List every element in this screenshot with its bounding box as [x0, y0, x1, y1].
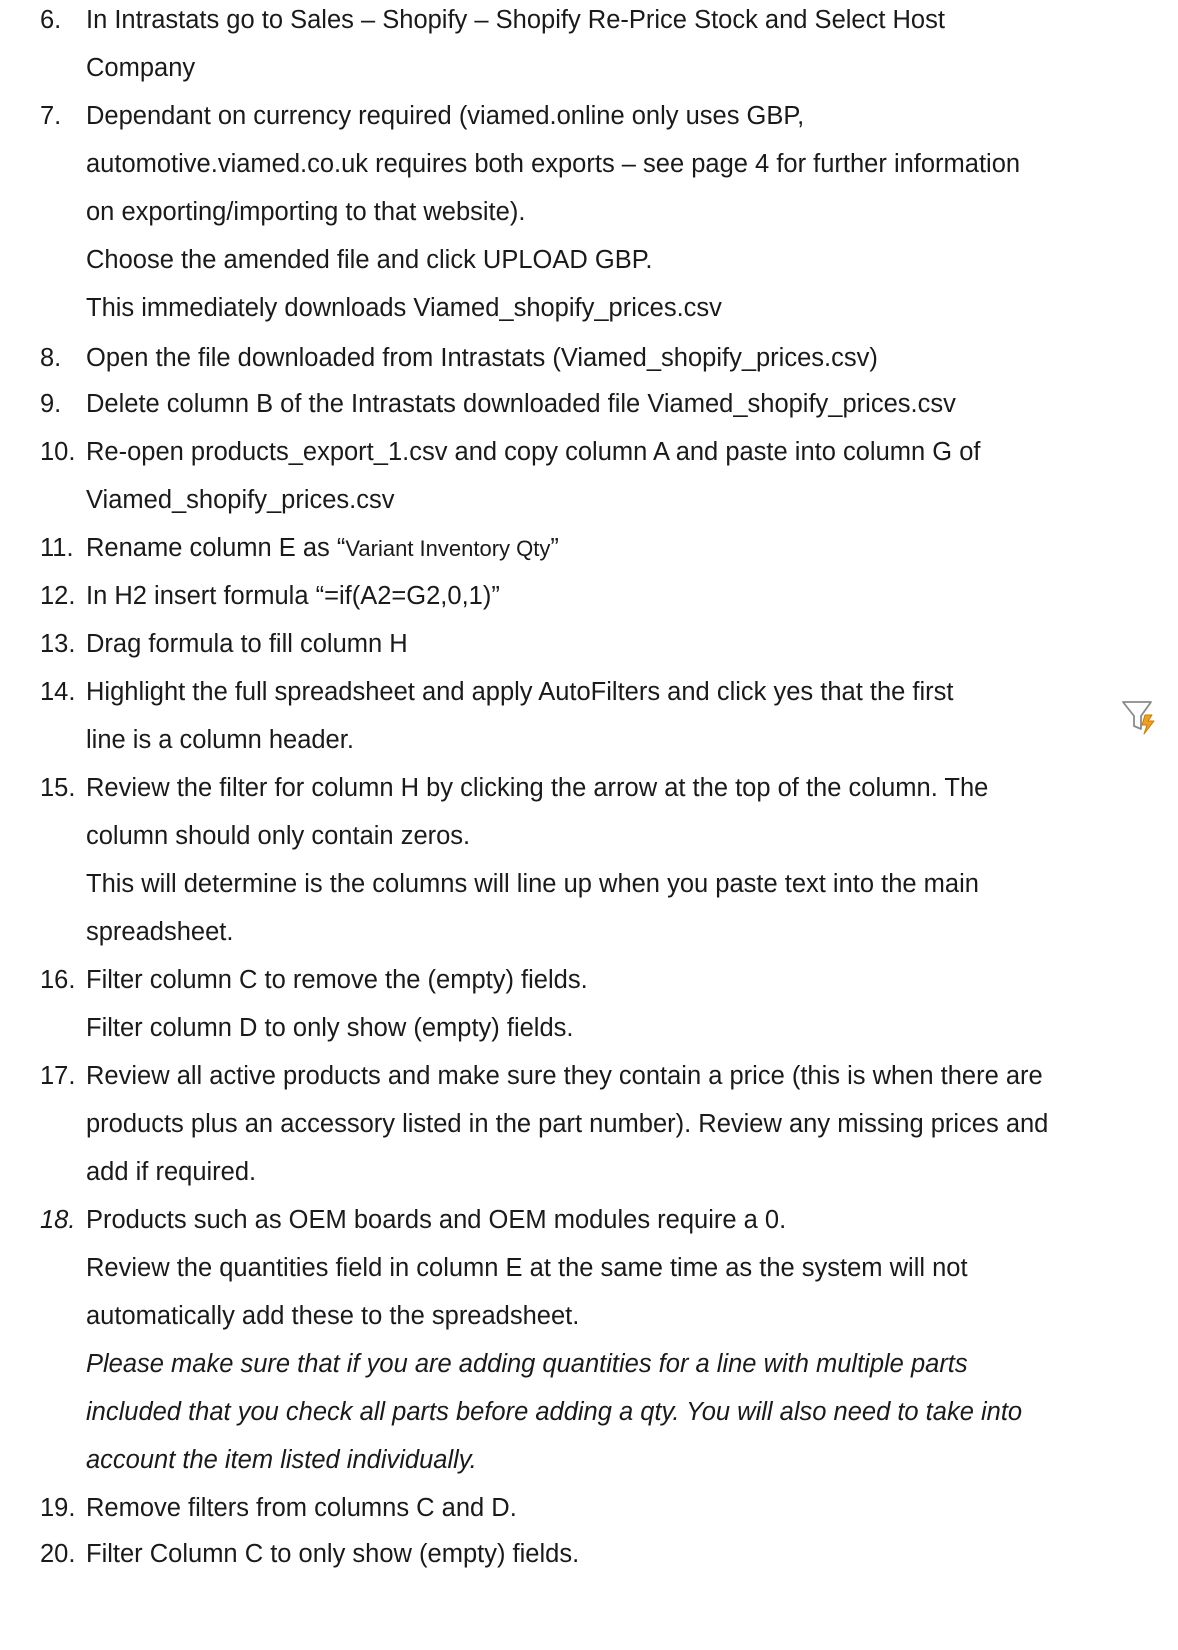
step-text: Choose the amended file and click UPLOAD… — [86, 246, 653, 274]
step-text: Delete column B of the Intrastats downlo… — [86, 390, 956, 418]
step-text: In Intrastats go to Sales – Shopify – Sh… — [86, 6, 945, 34]
step-note-text: account the item listed individually. — [86, 1446, 477, 1474]
step-text: Open the file downloaded from Intrastats… — [86, 344, 878, 372]
step-text: This immediately downloads Viamed_shopif… — [86, 294, 722, 322]
step-text: Dependant on currency required (viamed.o… — [86, 102, 805, 130]
step-note-text: included that you check all parts before… — [86, 1398, 1023, 1426]
step-text: Re-open products_export_1.csv and copy c… — [86, 438, 981, 466]
step-text: Products such as OEM boards and OEM modu… — [86, 1206, 787, 1234]
step-text: Filter column C to remove the (empty) fi… — [86, 966, 588, 994]
step-text: Remove filters from columns C and D. — [86, 1494, 517, 1522]
step-text: This will determine is the columns will … — [86, 870, 979, 898]
step-text: automotive.viamed.co.uk requires both ex… — [86, 150, 1021, 178]
autofilter-icon — [1120, 697, 1164, 737]
step-text: Highlight the full spreadsheet and apply… — [86, 678, 954, 706]
step-text: Review the quantities field in column E … — [86, 1254, 968, 1282]
step-text: Review the filter for column H by clicki… — [86, 774, 989, 802]
step-text: Review all active products and make sure… — [86, 1062, 1043, 1090]
step-text: Filter column D to only show (empty) fie… — [86, 1014, 574, 1042]
step-text: Company — [86, 54, 196, 82]
step-text: In H2 insert formula “=if(A2=G2,0,1)” — [86, 582, 500, 610]
step-text: spreadsheet. — [86, 918, 234, 946]
step-text: line is a column header. — [86, 726, 354, 754]
step-note-text: Please make sure that if you are adding … — [86, 1350, 968, 1378]
column-name-text: Variant Inventory Qty — [345, 536, 551, 561]
step-text: Rename column E as “Variant Inventory Qt… — [86, 524, 559, 573]
step-text-part: Rename column E as “ — [86, 534, 346, 562]
step-text: add if required. — [86, 1158, 257, 1186]
step-text: Drag formula to fill column H — [86, 630, 408, 658]
step-text: automatically add these to the spreadshe… — [86, 1302, 580, 1330]
step-text: Filter Column C to only show (empty) fie… — [86, 1540, 580, 1568]
step-text: products plus an accessory listed in the… — [86, 1110, 1049, 1138]
step-text: on exporting/importing to that website). — [86, 198, 526, 226]
step-text: column should only contain zeros. — [86, 822, 471, 850]
autofilter-icon — [1122, 701, 1155, 735]
step-text-part: ” — [550, 534, 559, 562]
step-text: Viamed_shopify_prices.csv — [86, 486, 395, 514]
